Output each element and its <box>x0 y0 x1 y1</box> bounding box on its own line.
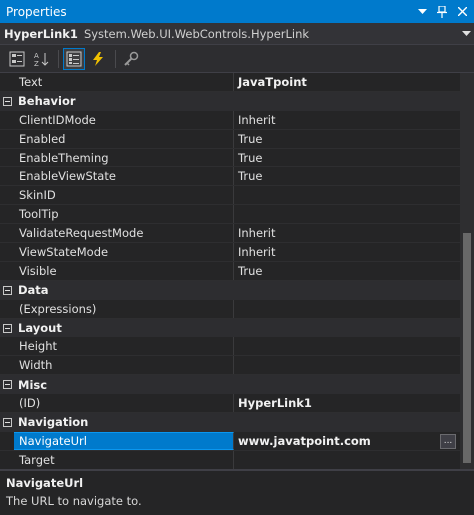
property-row-skinid[interactable]: SkinID <box>0 186 474 206</box>
properties-toolbar: AZ <box>0 45 474 73</box>
description-text: The URL to navigate to. <box>6 494 142 508</box>
category-label: Layout <box>18 321 62 336</box>
properties-icon[interactable] <box>63 47 85 70</box>
property-name: SkinID <box>14 186 234 205</box>
property-name: Visible <box>14 261 234 280</box>
property-value[interactable]: HyperLink1 <box>234 394 474 412</box>
property-name: ClientIDMode <box>14 110 234 129</box>
categorized-icon[interactable] <box>6 48 28 70</box>
alphabetical-icon[interactable]: AZ <box>30 48 52 70</box>
property-row-height[interactable]: Height <box>0 337 474 357</box>
property-value[interactable]: True <box>234 149 474 167</box>
category-label: Data <box>18 283 49 298</box>
category-misc[interactable]: Misc <box>0 375 474 395</box>
category-label: Behavior <box>18 94 76 109</box>
property-row-clientidmode[interactable]: ClientIDMode Inherit <box>0 110 474 130</box>
properties-title-bar: Properties <box>0 0 474 23</box>
window-title: Properties <box>6 4 67 19</box>
property-row-id[interactable]: (ID) HyperLink1 <box>0 394 474 414</box>
property-value[interactable]: Inherit <box>234 111 474 129</box>
property-name: ValidateRequestMode <box>14 224 234 243</box>
property-value[interactable]: True <box>234 167 474 185</box>
property-value[interactable] <box>234 300 474 318</box>
property-row-navigateurl[interactable]: NavigateUrl www.javatpoint.com ... <box>0 431 474 451</box>
property-name: NavigateUrl <box>14 431 234 450</box>
property-value[interactable]: www.javatpoint.com <box>234 432 474 450</box>
scrollbar-thumb[interactable] <box>463 233 471 463</box>
property-name: Height <box>14 337 234 356</box>
property-name: Text <box>14 73 234 91</box>
property-row-visible[interactable]: Visible True <box>0 261 474 281</box>
collapse-icon[interactable] <box>2 323 12 333</box>
collapse-icon[interactable] <box>2 417 12 427</box>
collapse-icon[interactable] <box>2 285 12 295</box>
events-icon[interactable] <box>87 48 109 70</box>
category-behavior[interactable]: Behavior <box>0 91 474 111</box>
property-value[interactable] <box>234 205 474 223</box>
category-navigation[interactable]: Navigation <box>0 413 474 432</box>
svg-text:Z: Z <box>34 60 39 67</box>
property-row-enabletheming[interactable]: EnableTheming True <box>0 148 474 168</box>
property-name: ToolTip <box>14 205 234 224</box>
property-name: (ID) <box>14 394 234 413</box>
property-row-validaterequestmode[interactable]: ValidateRequestMode Inherit <box>0 224 474 244</box>
property-value[interactable] <box>234 356 474 374</box>
property-value[interactable]: JavaTpoint <box>234 73 474 91</box>
property-name: Enabled <box>14 129 234 148</box>
category-label: Navigation <box>18 415 89 430</box>
property-value[interactable]: True <box>234 130 474 148</box>
property-row-enableviewstate[interactable]: EnableViewState True <box>0 167 474 187</box>
property-grid: Text JavaTpoint Behavior ClientIDMode In… <box>0 73 474 469</box>
chevron-down-icon[interactable] <box>458 30 474 37</box>
toolbar-separator <box>115 49 116 68</box>
property-name: ViewStateMode <box>14 243 234 261</box>
category-label: Misc <box>18 377 48 392</box>
description-title: NavigateUrl <box>6 476 84 490</box>
property-value[interactable]: True <box>234 262 474 280</box>
property-value[interactable] <box>234 337 474 355</box>
property-row-expressions[interactable]: (Expressions) <box>0 299 474 319</box>
browse-button[interactable]: ... <box>440 433 456 449</box>
property-value[interactable]: Inherit <box>234 243 474 261</box>
property-name: EnableViewState <box>14 167 234 186</box>
category-layout[interactable]: Layout <box>0 318 474 338</box>
category-data[interactable]: Data <box>0 280 474 300</box>
property-name: Width <box>14 356 234 375</box>
property-name: Target <box>14 450 234 469</box>
property-value[interactable] <box>234 186 474 204</box>
property-name: (Expressions) <box>14 299 234 318</box>
property-row-width[interactable]: Width <box>0 356 474 376</box>
property-row-enabled[interactable]: Enabled True <box>0 129 474 149</box>
property-row-target[interactable]: Target <box>0 450 474 469</box>
description-pane: NavigateUrl The URL to navigate to. <box>0 469 474 515</box>
object-selector[interactable]: HyperLink1 System.Web.UI.WebControls.Hyp… <box>0 23 474 45</box>
property-row-text[interactable]: Text JavaTpoint <box>0 73 474 92</box>
collapse-icon[interactable] <box>2 380 12 390</box>
property-value[interactable] <box>234 451 474 469</box>
property-row-tooltip[interactable]: ToolTip <box>0 205 474 225</box>
property-pages-icon[interactable] <box>120 48 142 70</box>
close-icon[interactable] <box>454 4 470 20</box>
collapse-icon[interactable] <box>2 96 12 106</box>
pin-icon[interactable] <box>434 4 450 20</box>
object-type: System.Web.UI.WebControls.HyperLink <box>83 26 310 41</box>
property-name: EnableTheming <box>14 148 234 167</box>
vertical-scrollbar[interactable] <box>460 73 474 469</box>
svg-text:A: A <box>34 52 39 60</box>
property-row-viewstatemode[interactable]: ViewStateMode Inherit <box>0 243 474 262</box>
property-value[interactable]: Inherit <box>234 224 474 242</box>
object-name: HyperLink1 <box>4 26 78 41</box>
toolbar-separator <box>58 49 59 68</box>
dropdown-arrow-icon[interactable] <box>414 4 430 20</box>
